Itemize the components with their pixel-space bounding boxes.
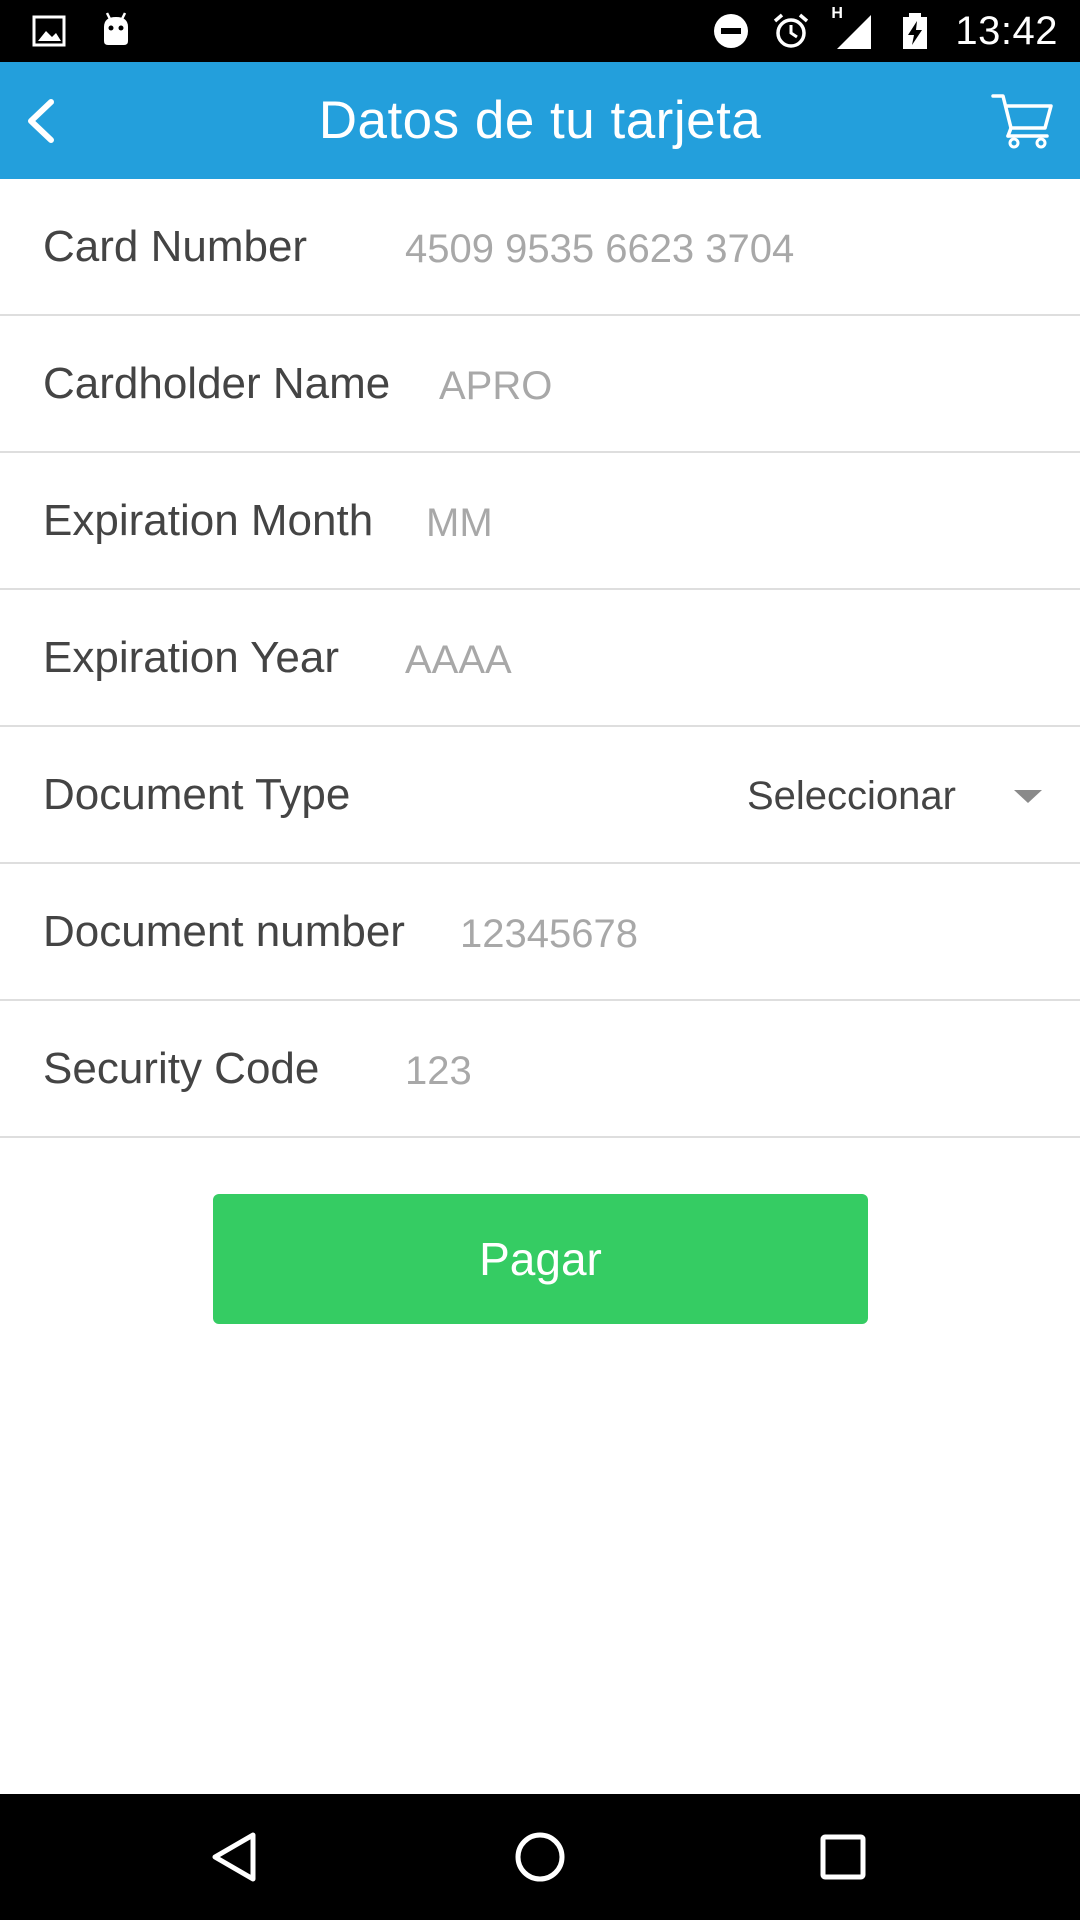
cart-button[interactable] bbox=[984, 84, 1062, 156]
expiration-year-label: Expiration Year bbox=[43, 632, 339, 682]
document-type-value: Seleccionar bbox=[746, 774, 956, 818]
expiration-month-label: Expiration Month bbox=[43, 495, 374, 545]
image-icon bbox=[30, 11, 70, 51]
card-number-input[interactable]: 4509 9535 6623 3704 bbox=[405, 179, 1060, 314]
home-circle-icon bbox=[515, 1832, 565, 1882]
expiration-month-input[interactable]: MM bbox=[426, 453, 1060, 588]
card-form: Card Number 4509 9535 6623 3704 Cardhold… bbox=[0, 179, 1080, 1138]
battery-charging-icon bbox=[895, 11, 935, 51]
status-left bbox=[30, 11, 136, 51]
expiration-year-row: Expiration Year AAAA bbox=[0, 590, 1080, 727]
page-title: Datos de tu tarjeta bbox=[318, 91, 762, 150]
document-type-row: Document Type Seleccionar bbox=[0, 727, 1080, 864]
back-triangle-icon bbox=[212, 1832, 256, 1882]
navigation-bar bbox=[0, 1794, 1080, 1920]
document-number-label: Document number bbox=[43, 906, 405, 956]
cardholder-name-input[interactable]: APRO bbox=[439, 316, 1060, 451]
do-not-disturb-icon bbox=[711, 11, 751, 51]
expiration-year-input[interactable]: AAAA bbox=[405, 590, 1060, 725]
app-bar: Datos de tu tarjeta bbox=[0, 62, 1080, 179]
document-number-input[interactable]: 12345678 bbox=[460, 864, 1060, 999]
expiration-month-row: Expiration Month MM bbox=[0, 453, 1080, 590]
security-code-row: Security Code 123 bbox=[0, 1001, 1080, 1138]
nav-recents-button[interactable] bbox=[800, 1814, 886, 1900]
card-number-row: Card Number 4509 9535 6623 3704 bbox=[0, 179, 1080, 316]
status-time: 13:42 bbox=[955, 8, 1058, 53]
status-bar: H 13:42 bbox=[0, 0, 1080, 62]
card-number-label: Card Number bbox=[43, 221, 308, 271]
alarm-icon bbox=[771, 11, 811, 51]
signal-icon: H bbox=[831, 5, 875, 53]
screen: H 13:42 Datos de tu tarjeta Card Number … bbox=[0, 0, 1080, 1920]
cardholder-name-row: Cardholder Name APRO bbox=[0, 316, 1080, 453]
document-type-select[interactable]: Seleccionar bbox=[747, 727, 1042, 862]
security-code-input[interactable]: 123 bbox=[405, 1001, 1060, 1136]
nav-back-button[interactable] bbox=[192, 1814, 278, 1900]
dropdown-caret-icon bbox=[1014, 790, 1042, 803]
document-number-row: Document number 12345678 bbox=[0, 864, 1080, 1001]
nav-home-button[interactable] bbox=[497, 1814, 583, 1900]
document-type-label: Document Type bbox=[43, 769, 351, 819]
recents-square-icon bbox=[820, 1834, 866, 1880]
pay-button[interactable]: Pagar bbox=[213, 1194, 868, 1324]
android-icon bbox=[96, 11, 136, 51]
cardholder-name-label: Cardholder Name bbox=[43, 358, 391, 408]
shopping-cart-icon bbox=[991, 94, 1053, 149]
status-right: H 13:42 bbox=[711, 5, 1058, 54]
security-code-label: Security Code bbox=[43, 1043, 320, 1093]
